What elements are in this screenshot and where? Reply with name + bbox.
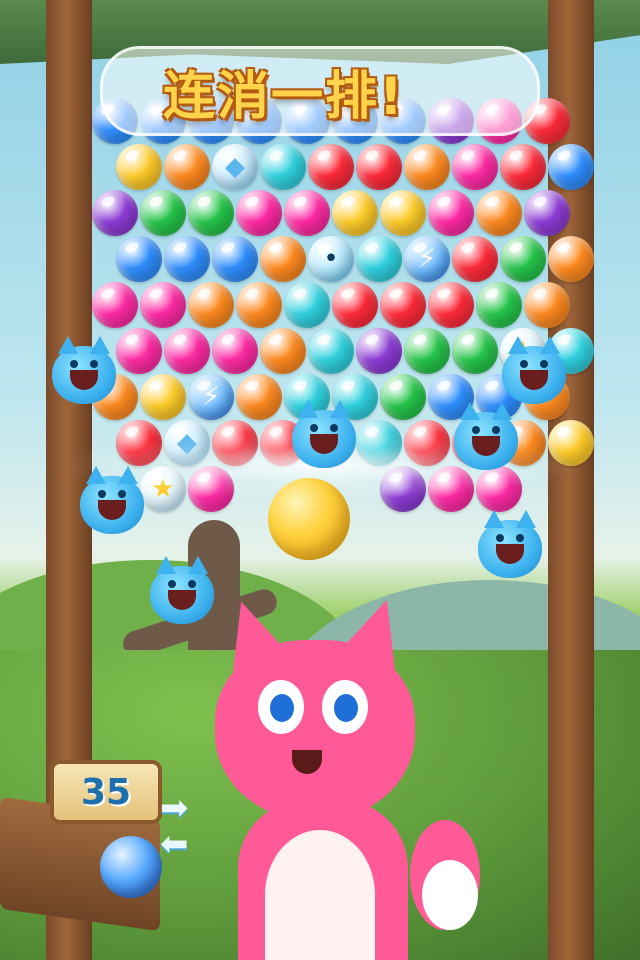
purple-bubble	[92, 190, 138, 236]
red-bubble	[500, 144, 546, 190]
green-bubble	[476, 282, 522, 328]
blue-creature	[150, 566, 214, 624]
cat-eye	[322, 680, 368, 734]
orange-bubble	[476, 190, 522, 236]
cyan-bubble	[284, 282, 330, 328]
yellow-bubble	[116, 144, 162, 190]
blue-creature	[52, 346, 116, 404]
red-bubble	[356, 144, 402, 190]
blue-creature	[292, 410, 356, 468]
orange-bubble	[548, 236, 594, 282]
blue-bubble	[212, 236, 258, 282]
orange-bubble	[236, 374, 282, 420]
blue-bubble	[164, 236, 210, 282]
combo-banner: 连消一排!	[100, 46, 540, 136]
blue-creature	[478, 520, 542, 578]
cyan-bubble	[260, 144, 306, 190]
green-bubble	[452, 328, 498, 374]
pink-bubble	[92, 282, 138, 328]
yellow-bubble	[140, 374, 186, 420]
pink-bubble	[284, 190, 330, 236]
pink-bubble	[428, 190, 474, 236]
red-bubble	[452, 236, 498, 282]
diamond-bubble: ◆	[212, 144, 258, 190]
lightning-bubble: ⚡	[188, 374, 234, 420]
purple-bubble	[356, 328, 402, 374]
green-bubble	[140, 190, 186, 236]
green-bubble	[500, 236, 546, 282]
game-screen: ◆•⚡★⚡◆★ 连消一排! 35 ➡ ⬅	[0, 0, 640, 960]
green-bubble	[380, 374, 426, 420]
cat-belly	[265, 830, 375, 960]
blue-bubble	[548, 144, 594, 190]
cat-head	[215, 640, 415, 820]
purple-bubble	[524, 190, 570, 236]
cat-eye	[258, 680, 304, 734]
pink-bubble	[116, 328, 162, 374]
pink-cat-character	[210, 589, 480, 960]
red-bubble	[428, 282, 474, 328]
orange-bubble	[404, 144, 450, 190]
yellow-bubble	[332, 190, 378, 236]
swap-left-arrow-icon: ⬅	[160, 824, 189, 864]
orange-bubble	[236, 282, 282, 328]
orange-bubble	[260, 236, 306, 282]
swap-ball-button[interactable]: ➡ ⬅	[160, 791, 238, 861]
pink-bubble	[140, 282, 186, 328]
blue-creature	[80, 476, 144, 534]
red-bubble	[308, 144, 354, 190]
cyan-bubble	[308, 328, 354, 374]
lightning-bubble: ⚡	[404, 236, 450, 282]
orange-bubble	[188, 282, 234, 328]
shots-left-sign: 35	[50, 760, 162, 824]
pink-bubble	[236, 190, 282, 236]
shooter-ball[interactable]	[268, 478, 350, 560]
red-bubble	[332, 282, 378, 328]
green-bubble	[404, 328, 450, 374]
combo-banner-text: 连消一排!	[163, 66, 405, 127]
cyan-bubble	[356, 236, 402, 282]
blue-bubble	[116, 236, 162, 282]
blue-creature	[454, 412, 518, 470]
blue-creature	[502, 346, 566, 404]
red-bubble	[380, 282, 426, 328]
trapped-bird-bubble: •	[308, 236, 354, 282]
swap-right-arrow-icon: ➡	[160, 788, 189, 828]
pink-bubble	[452, 144, 498, 190]
orange-bubble	[164, 144, 210, 190]
yellow-bubble	[380, 190, 426, 236]
green-bubble	[188, 190, 234, 236]
pink-bubble	[164, 328, 210, 374]
pink-bubble	[212, 328, 258, 374]
orange-bubble	[260, 328, 306, 374]
shots-left-counter: 35	[80, 771, 132, 813]
cat-tail-tip	[422, 860, 478, 930]
orange-bubble	[524, 282, 570, 328]
next-ball[interactable]	[100, 836, 162, 898]
